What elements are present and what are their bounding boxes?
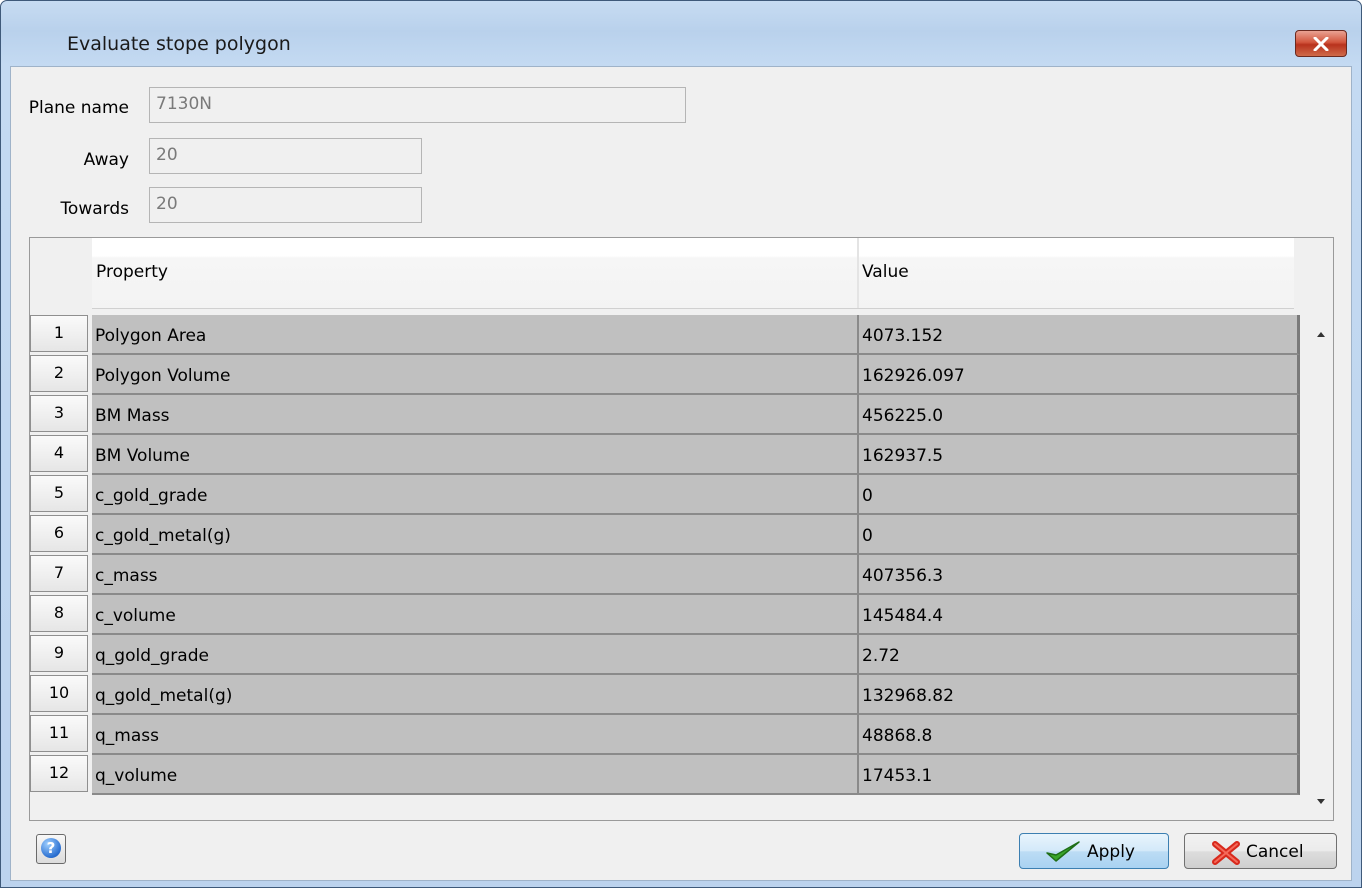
help-button[interactable]: ? [36,834,66,864]
row-number-header[interactable]: 8 [30,595,88,632]
value-cell[interactable]: 162937.5 [859,435,1300,475]
table-row[interactable]: 7 c_mass 407356.3 [30,555,1302,595]
property-cell[interactable]: BM Volume [92,435,859,475]
apply-button[interactable]: Apply [1019,833,1169,869]
row-number-header[interactable]: 2 [30,355,88,392]
value-cell[interactable]: 2.72 [859,635,1300,675]
away-label: Away [83,150,129,170]
property-cell[interactable]: c_gold_metal(g) [92,515,859,555]
value-cell[interactable]: 4073.152 [859,315,1300,355]
dialog-window: Evaluate stope polygon Plane name 7130N … [0,0,1362,888]
value-cell[interactable]: 0 [859,515,1300,555]
row-number-header[interactable]: 5 [30,475,88,512]
row-number-header[interactable]: 6 [30,515,88,552]
table-row[interactable]: 11 q_mass 48868.8 [30,715,1302,755]
value-cell[interactable]: 145484.4 [859,595,1300,635]
property-cell[interactable]: q_volume [92,755,859,795]
close-button[interactable] [1295,30,1347,57]
value-cell[interactable]: 132968.82 [859,675,1300,715]
property-cell[interactable]: q_mass [92,715,859,755]
scroll-up-icon[interactable] [1314,329,1328,341]
property-cell[interactable]: c_gold_grade [92,475,859,515]
row-number-header[interactable]: 9 [30,635,88,672]
green-checkmark-icon [1046,841,1080,862]
column-separator[interactable] [857,238,859,308]
window-title: Evaluate stope polygon [67,33,291,55]
property-cell[interactable]: c_mass [92,555,859,595]
table-row[interactable]: 8 c_volume 145484.4 [30,595,1302,635]
towards-field[interactable]: 20 [149,187,422,223]
row-number-header[interactable]: 12 [30,755,88,792]
table-row[interactable]: 9 q_gold_grade 2.72 [30,635,1302,675]
table-row[interactable]: 12 q_volume 17453.1 [30,755,1302,795]
property-cell[interactable]: Polygon Volume [92,355,859,395]
towards-label: Towards [60,199,129,219]
property-table: Property Value 1 Polygon Area 4073.152 2 Pol… [29,237,1334,821]
table-header: Property Value [92,238,1294,309]
table-row[interactable]: 6 c_gold_metal(g) 0 [30,515,1302,555]
table-row[interactable]: 4 BM Volume 162937.5 [30,435,1302,475]
value-cell[interactable]: 162926.097 [859,355,1300,395]
red-x-icon [1212,841,1240,865]
row-number-header[interactable]: 4 [30,435,88,472]
title-bar[interactable]: Evaluate stope polygon [1,1,1361,65]
row-number-header[interactable]: 10 [30,675,88,712]
plane-name-field[interactable]: 7130N [149,87,686,123]
value-cell[interactable]: 456225.0 [859,395,1300,435]
help-question-icon: ? [41,838,61,858]
row-number-header[interactable]: 11 [30,715,88,752]
table-row[interactable]: 10 q_gold_metal(g) 132968.82 [30,675,1302,715]
table-row[interactable]: 3 BM Mass 456225.0 [30,395,1302,435]
table-row[interactable]: 2 Polygon Volume 162926.097 [30,355,1302,395]
plane-name-label: Plane name [28,98,129,118]
close-x-icon [1313,37,1329,51]
value-cell[interactable]: 48868.8 [859,715,1300,755]
property-cell[interactable]: Polygon Area [92,315,859,355]
property-cell[interactable]: q_gold_metal(g) [92,675,859,715]
value-cell[interactable]: 407356.3 [859,555,1300,595]
value-cell[interactable]: 17453.1 [859,755,1300,795]
dialog-client-area: Plane name 7130N Away 20 Towards 20 Prop… [10,66,1352,881]
property-cell[interactable]: q_gold_grade [92,635,859,675]
column-header-property[interactable]: Property [96,262,168,282]
scroll-down-icon[interactable] [1314,795,1328,807]
cancel-button[interactable]: Cancel [1184,833,1337,869]
vertical-scrollbar[interactable] [1310,315,1333,815]
cancel-button-label: Cancel [1246,842,1304,862]
row-number-header[interactable]: 3 [30,395,88,432]
apply-button-label: Apply [1087,842,1135,862]
table-row[interactable]: 5 c_gold_grade 0 [30,475,1302,515]
table-row[interactable]: 1 Polygon Area 4073.152 [30,315,1302,355]
column-header-value[interactable]: Value [862,262,909,282]
property-cell[interactable]: c_volume [92,595,859,635]
row-number-header[interactable]: 1 [30,315,88,352]
row-number-header[interactable]: 7 [30,555,88,592]
value-cell[interactable]: 0 [859,475,1300,515]
away-field[interactable]: 20 [149,138,422,174]
property-cell[interactable]: BM Mass [92,395,859,435]
